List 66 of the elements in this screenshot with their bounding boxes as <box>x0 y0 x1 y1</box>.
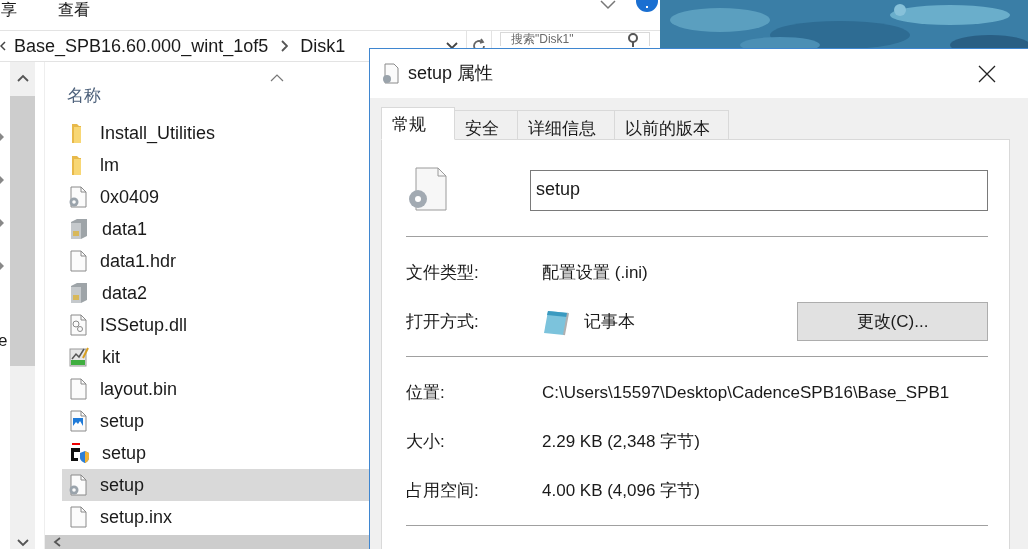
cabinet-icon <box>68 218 90 240</box>
scroll-left-icon[interactable] <box>53 537 61 547</box>
scroll-up-icon[interactable] <box>16 74 29 82</box>
property-value: 记事本 <box>584 310 635 333</box>
tab[interactable]: 详细信息 <box>517 110 615 140</box>
picture-file-icon <box>68 410 88 432</box>
chevron-right-icon <box>280 40 289 52</box>
file-name: Install_Utilities <box>100 121 216 146</box>
property-value: 配置设置 (.ini) <box>542 261 648 284</box>
property-value: 2.29 KB (2,348 字节) <box>542 430 700 453</box>
search-icon <box>627 32 639 47</box>
breadcrumb-item[interactable]: Base_SPB16.60.000_wint_1of5 <box>14 32 269 60</box>
file-name: lm <box>100 153 119 177</box>
expand-arrow-icon[interactable] <box>0 218 5 228</box>
file-name: setup <box>100 409 145 433</box>
ribbon-tab[interactable]: 查看 <box>58 0 90 20</box>
file-name: setup <box>102 441 147 465</box>
sort-caret-icon[interactable] <box>270 74 284 82</box>
file-row[interactable]: data1 <box>62 213 660 245</box>
property-label: 大小: <box>406 430 446 453</box>
tab[interactable]: 以前的版本 <box>614 110 729 140</box>
chevron-left-icon <box>0 41 6 51</box>
search-field[interactable]: 搜索"Disk1" <box>500 32 650 46</box>
file-icon <box>68 506 88 528</box>
property-value: C:\Users\15597\Desktop\CadenceSPB16\Base_SPB1 <box>542 381 950 404</box>
breadcrumb-item[interactable]: Disk1 <box>300 32 346 60</box>
gears-file-icon <box>68 314 88 336</box>
file-name: layout.bin <box>100 377 178 401</box>
scroll-down-icon[interactable] <box>16 539 29 547</box>
file-name: setup.inx <box>100 505 173 529</box>
tab[interactable]: 安全 <box>454 110 518 140</box>
file-row[interactable]: setup.inx <box>62 501 660 533</box>
expand-arrow-icon[interactable] <box>0 261 5 271</box>
close-icon[interactable] <box>978 64 996 83</box>
gear-file-icon <box>68 474 88 496</box>
file-name: 0x0409 <box>100 185 160 209</box>
file-icon <box>68 250 88 272</box>
chevron-down-icon[interactable] <box>446 42 458 50</box>
chevron-down-icon[interactable] <box>600 0 616 10</box>
property-label: 打开方式: <box>406 310 480 333</box>
property-label: 文件类型: <box>406 261 480 284</box>
cabinet-icon <box>68 282 90 304</box>
expand-arrow-icon[interactable] <box>0 132 5 142</box>
file-name: kit <box>102 345 120 369</box>
property-label: 占用空间: <box>406 479 480 502</box>
change-button[interactable]: 更改(C)... <box>797 302 988 341</box>
expand-arrow-icon[interactable] <box>0 175 5 185</box>
file-icon <box>68 378 88 400</box>
gear-file-icon <box>406 167 448 213</box>
gear-file-icon <box>68 186 88 208</box>
file-name: ISSetup.dll <box>100 313 188 337</box>
file-name-field[interactable]: setup <box>530 169 988 211</box>
file-name: data1.hdr <box>100 249 177 273</box>
installer-icon <box>68 442 90 464</box>
gear-file-icon <box>382 62 400 85</box>
ribbon-tab[interactable]: 享 <box>1 0 58 20</box>
file-name: data2 <box>102 281 148 305</box>
help-icon[interactable] <box>636 0 658 12</box>
chart-icon <box>68 346 90 368</box>
file-name: data1 <box>102 217 148 241</box>
file-row[interactable]: kit <box>62 341 660 373</box>
file-name: setup <box>100 473 145 497</box>
tab[interactable]: 常规 <box>381 107 455 140</box>
vertical-scrollbar[interactable] <box>10 62 35 549</box>
window-title: setup 属性 <box>408 62 494 85</box>
property-label: 位置: <box>406 381 446 404</box>
